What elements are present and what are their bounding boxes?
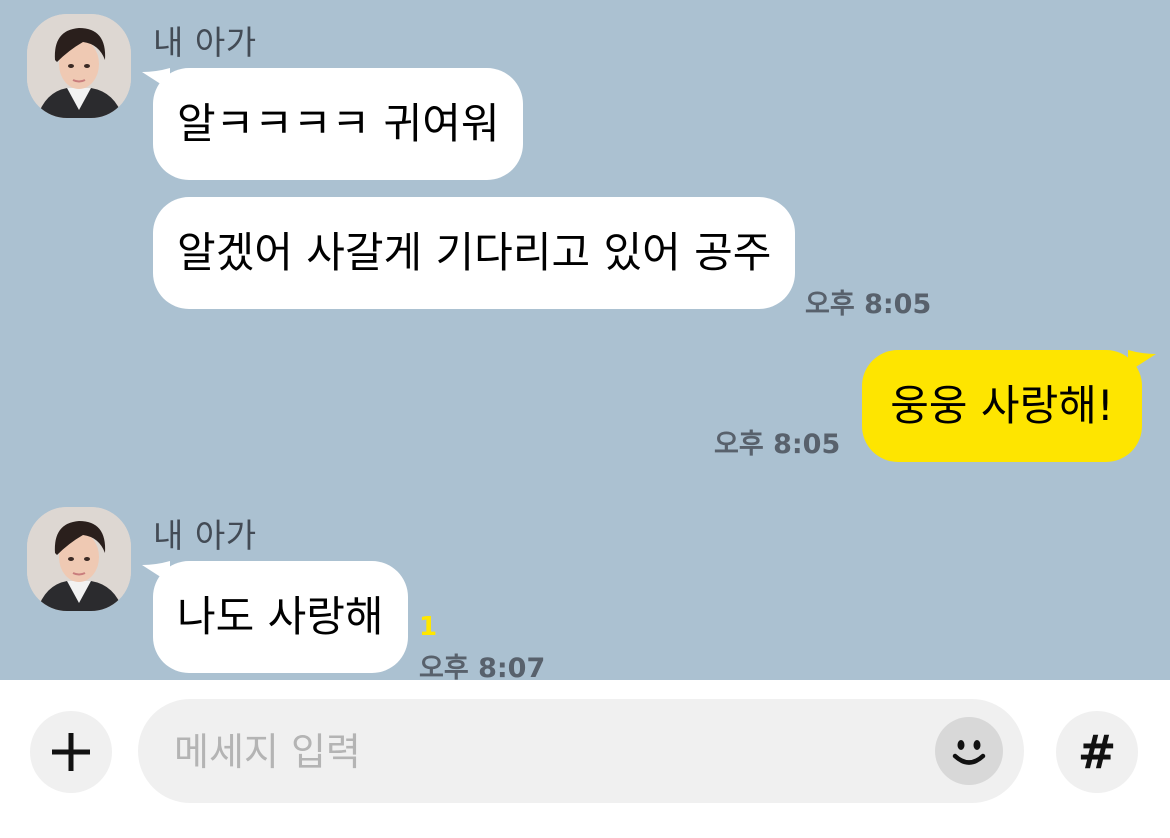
message-timestamp: 오후 8:07 bbox=[419, 653, 546, 680]
profile-photo bbox=[27, 14, 131, 118]
message-input[interactable] bbox=[172, 699, 936, 805]
hashtag-icon: # bbox=[1077, 725, 1117, 779]
sender-name: 내 아가 bbox=[153, 516, 257, 555]
message-bubble[interactable]: 나도 사랑해 bbox=[153, 561, 408, 673]
chat-area: 내 아가 알ㅋㅋㅋㅋ 귀여워 알겠어 사갈게 기다리고 있어 공주 오후 8:0… bbox=[0, 0, 1170, 680]
message-timestamp: 오후 8:05 bbox=[805, 289, 932, 320]
profile-photo bbox=[27, 507, 131, 611]
avatar[interactable] bbox=[27, 507, 131, 611]
message-input-bar: # bbox=[0, 680, 1170, 838]
avatar[interactable] bbox=[27, 14, 131, 118]
message-timestamp: 오후 8:05 bbox=[714, 429, 841, 460]
sender-name: 내 아가 bbox=[153, 23, 257, 62]
unread-count: 1 bbox=[419, 612, 438, 642]
message-field[interactable] bbox=[138, 699, 1024, 805]
emoticon-icon bbox=[952, 740, 986, 765]
attach-button[interactable] bbox=[30, 711, 112, 793]
my-message-bubble[interactable]: 웅웅 사랑해! bbox=[862, 350, 1142, 462]
message-bubble[interactable]: 알겠어 사갈게 기다리고 있어 공주 bbox=[153, 197, 796, 309]
emoticon-button[interactable] bbox=[935, 717, 1003, 785]
plus-icon bbox=[52, 733, 90, 771]
message-bubble[interactable]: 알ㅋㅋㅋㅋ 귀여워 bbox=[153, 68, 524, 180]
hashtag-search-button[interactable]: # bbox=[1056, 711, 1138, 793]
